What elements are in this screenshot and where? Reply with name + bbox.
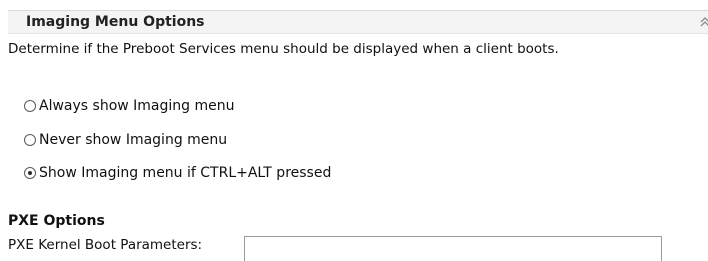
collapse-svg (700, 17, 708, 27)
radio-button-selected[interactable] (24, 167, 36, 179)
radio-never-show[interactable]: Never show Imaging menu (24, 130, 227, 150)
kernel-boot-params-input[interactable] (244, 236, 662, 261)
radio-label: Never show Imaging menu (39, 132, 228, 148)
radio-button[interactable] (24, 134, 36, 146)
kernel-boot-params-label: PXE Kernel Boot Parameters: (8, 237, 203, 253)
section-header: Imaging Menu Options (8, 10, 708, 34)
double-chevron-up-icon[interactable] (698, 13, 708, 31)
radio-label: Always show Imaging menu (39, 98, 235, 114)
section-description: Determine if the Preboot Services menu s… (8, 41, 559, 57)
radio-button[interactable] (24, 100, 36, 112)
radio-show-if-ctrl-alt[interactable]: Show Imaging menu if CTRL+ALT pressed (24, 163, 331, 183)
pxe-options-heading: PXE Options (8, 213, 105, 229)
radio-always-show[interactable]: Always show Imaging menu (24, 96, 235, 116)
imaging-menu-options-panel: Imaging Menu Options Determine if the Pr… (0, 0, 708, 261)
radio-label: Show Imaging menu if CTRL+ALT pressed (39, 165, 332, 181)
section-title: Imaging Menu Options (26, 14, 205, 30)
